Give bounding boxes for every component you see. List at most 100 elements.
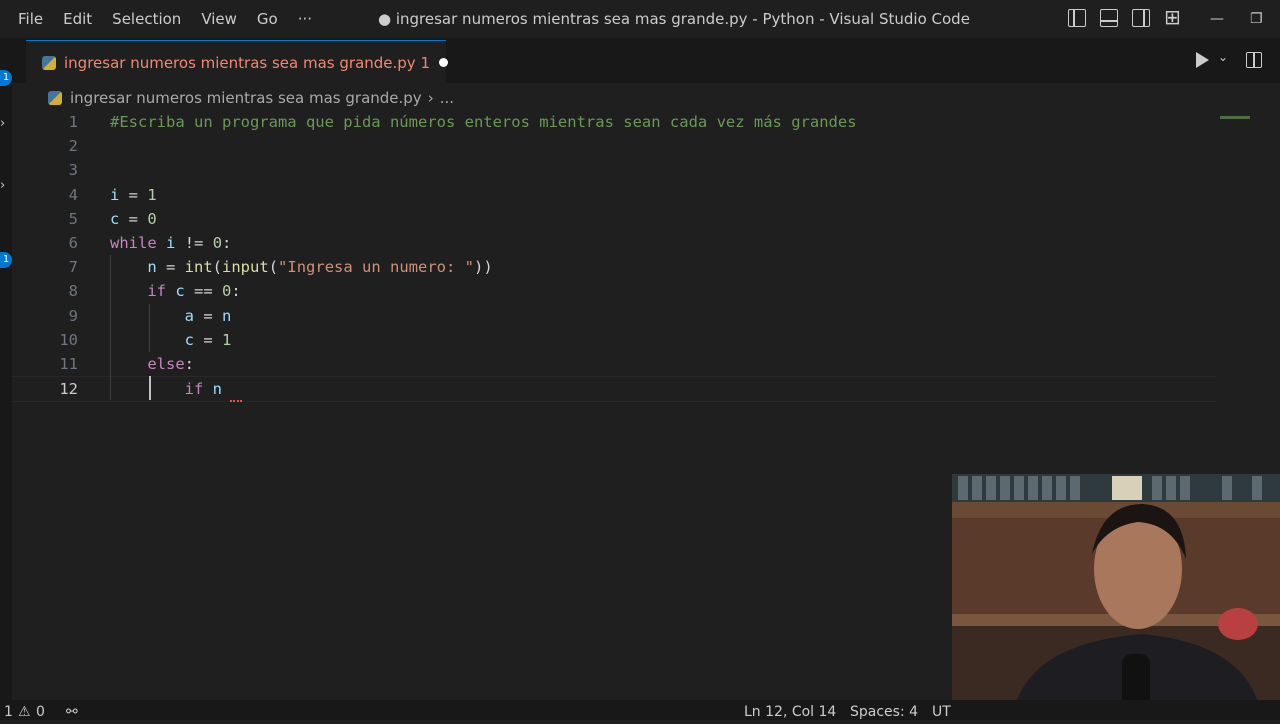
line-number: 3: [68, 161, 78, 180]
indentation[interactable]: Spaces: 4: [850, 700, 918, 724]
line-number: 4: [68, 185, 78, 204]
menu-go[interactable]: Go: [247, 0, 288, 38]
code-text: i = 1: [110, 183, 157, 207]
restore-button[interactable]: ❐: [1250, 0, 1263, 38]
code-text: c = 1: [110, 328, 232, 352]
menu-edit[interactable]: Edit: [53, 0, 102, 38]
code-token: 1: [222, 330, 232, 349]
code-text: if c == 0:: [110, 279, 241, 303]
code-text: c = 0: [110, 207, 157, 231]
code-text: n = int(input("Ingresa un numero: ")): [110, 255, 492, 279]
code-line[interactable]: 8 if c == 0:: [12, 279, 1216, 303]
code-token: =: [156, 258, 185, 277]
explorer-chevron-icon[interactable]: ›: [0, 116, 5, 131]
code-text: if n: [110, 377, 222, 401]
code-token: (: [212, 258, 223, 277]
code-token: :: [184, 355, 194, 373]
code-token: n: [212, 380, 223, 399]
line-number: 11: [59, 355, 78, 373]
split-editor-icon[interactable]: [1246, 52, 1262, 68]
problems-warnings-count[interactable]: 0: [36, 700, 45, 724]
customize-layout-icon[interactable]: [1164, 5, 1182, 29]
line-number: 12: [59, 380, 78, 399]
line-number: 2: [68, 137, 78, 156]
error-squiggle[interactable]: [229, 396, 242, 403]
python-file-icon: [42, 55, 56, 70]
toggle-primary-sidebar-icon[interactable]: [1068, 9, 1086, 27]
code-token: :: [231, 282, 241, 301]
run-dropdown-chevron-icon[interactable]: ⌄: [1218, 50, 1228, 64]
encoding[interactable]: UT: [932, 700, 951, 724]
code-token: 0: [222, 282, 232, 301]
tab-bar: ingresar numeros mientras sea mas grande…: [12, 38, 1280, 84]
code-token: 0: [212, 234, 223, 252]
code-line[interactable]: 7 n = int(input("Ingresa un numero: ")): [12, 255, 1216, 279]
problems-badge[interactable]: 1: [0, 252, 12, 268]
line-number: 8: [68, 282, 78, 301]
minimize-button[interactable]: —: [1210, 0, 1224, 38]
code-line[interactable]: 12 if n: [12, 376, 1216, 403]
code-line[interactable]: 2: [12, 134, 1216, 158]
webcam-overlay: [952, 474, 1280, 720]
code-line[interactable]: 10 c = 1: [12, 328, 1216, 352]
code-line[interactable]: 1 #Escriba un programa que pida números e…: [12, 110, 1216, 134]
line-number: 1: [68, 113, 78, 131]
ports-icon[interactable]: ⚯: [66, 700, 78, 724]
code-text: #Escriba un programa que pida números en…: [110, 110, 857, 134]
menu-selection[interactable]: Selection: [102, 0, 191, 38]
code-token: ==: [184, 282, 223, 301]
breadcrumb-more[interactable]: ...: [440, 89, 454, 107]
source-control-badge[interactable]: 1: [0, 70, 12, 86]
code-token: int: [184, 258, 213, 277]
minimap[interactable]: [1220, 116, 1250, 119]
breadcrumb: ingresar numeros mientras sea mas grande…: [48, 86, 454, 110]
warning-icon[interactable]: ⚠: [18, 700, 31, 724]
toggle-panel-icon[interactable]: [1100, 9, 1118, 27]
code-token: n: [222, 306, 232, 325]
run-python-file-icon[interactable]: [1196, 52, 1209, 68]
code-token: if: [147, 282, 166, 301]
breadcrumb-file[interactable]: ingresar numeros mientras sea mas grande…: [70, 89, 422, 107]
line-number: 5: [68, 209, 78, 228]
code-line[interactable]: 9 a = n: [12, 304, 1216, 328]
menu-more[interactable]: ···: [288, 0, 322, 38]
menu-bar: File Edit Selection View Go ···: [0, 0, 322, 38]
code-token: =: [119, 185, 148, 204]
code-token: if: [184, 380, 204, 399]
code-line[interactable]: 6 while i != 0:: [12, 231, 1216, 255]
code-token: (: [268, 258, 279, 277]
title-bar: File Edit Selection View Go ··· ● ingres…: [0, 0, 1280, 38]
unsaved-dot-icon[interactable]: [439, 58, 448, 67]
code-token: :: [222, 234, 232, 252]
code-token: a: [184, 306, 194, 325]
code-token: #Escriba un programa que pida números en…: [110, 113, 857, 131]
breadcrumb-separator: ›: [427, 89, 434, 107]
code-text: else:: [110, 352, 194, 376]
code-line[interactable]: 3: [12, 158, 1216, 182]
code-token: "Ingresa un numero: ": [278, 258, 474, 277]
line-number: 7: [68, 258, 78, 277]
code-token: =: [119, 209, 148, 228]
menu-view[interactable]: View: [191, 0, 247, 38]
cursor-position[interactable]: Ln 12, Col 14: [744, 700, 836, 724]
toggle-secondary-sidebar-icon[interactable]: [1132, 9, 1150, 27]
code-line[interactable]: 5 c = 0: [12, 207, 1216, 231]
code-token: while: [110, 234, 157, 252]
code-token: c: [110, 209, 120, 228]
editor-tab[interactable]: ingresar numeros mientras sea mas grande…: [26, 40, 448, 84]
python-file-icon: [48, 91, 62, 105]
webcam-image: [952, 474, 1280, 720]
code-token: !=: [175, 234, 213, 252]
code-line[interactable]: 11 else:: [12, 352, 1216, 376]
code-token: c: [175, 282, 185, 301]
code-line[interactable]: 4 i = 1: [12, 183, 1216, 207]
run-chevron-icon[interactable]: ›: [0, 178, 5, 193]
menu-file[interactable]: File: [8, 0, 53, 38]
code-token: =: [194, 330, 222, 349]
problems-errors-count[interactable]: 1: [4, 700, 13, 724]
